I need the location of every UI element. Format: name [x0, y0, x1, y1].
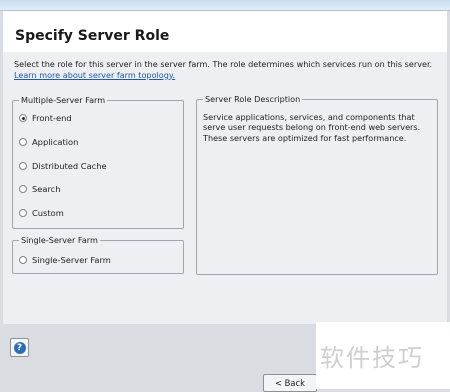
radio-label: Single-Server Farm [32, 255, 111, 265]
radio-application[interactable]: Application [19, 135, 78, 149]
radio-distributed-cache[interactable]: Distributed Cache [19, 159, 107, 173]
radio-front-end[interactable]: Front-end [19, 111, 72, 125]
learn-more-link[interactable]: Learn more about server farm topology. [14, 70, 175, 80]
single-server-farm-legend: Single-Server Farm [19, 235, 100, 245]
radio-custom[interactable]: Custom [19, 206, 64, 220]
multi-server-farm-group: Multiple-Server Farm Front-end Applicati… [12, 95, 184, 229]
radio-label: Application [32, 137, 79, 147]
radio-single-server-farm[interactable]: Single-Server Farm [19, 253, 111, 267]
main-content: Select the role for this server in the s… [3, 52, 447, 324]
radio-search[interactable]: Search [19, 182, 61, 196]
server-role-description-group: Server Role Description Service applicat… [196, 94, 438, 275]
single-server-farm-group: Single-Server Farm Single-Server Farm [12, 235, 184, 274]
help-button[interactable]: ? [10, 338, 29, 357]
radio-button[interactable] [19, 256, 27, 264]
radio-button[interactable] [19, 209, 27, 217]
page-header: Specify Server Role [3, 11, 447, 52]
radio-label: Front-end [32, 113, 72, 123]
radio-label: Search [32, 184, 61, 194]
radio-label: Distributed Cache [32, 161, 107, 171]
description-text: Select the role for this server in the s… [14, 59, 433, 69]
watermark-text: 软件技巧 [320, 344, 424, 372]
question-mark-icon: ? [13, 341, 26, 354]
multi-server-farm-legend: Multiple-Server Farm [19, 95, 108, 105]
radio-label: Custom [32, 208, 64, 218]
page-title: Specify Server Role [15, 28, 170, 44]
radio-button[interactable] [19, 185, 27, 193]
server-role-description-text: Service applications, services, and comp… [203, 112, 421, 143]
back-button[interactable]: < Back [263, 374, 317, 392]
server-role-description-legend: Server Role Description [203, 94, 303, 104]
radio-button-selected[interactable] [19, 114, 27, 122]
page-description: Select the role for this server in the s… [14, 59, 442, 80]
window-top-frame [0, 0, 450, 11]
radio-button[interactable] [19, 138, 27, 146]
radio-button[interactable] [19, 162, 27, 170]
